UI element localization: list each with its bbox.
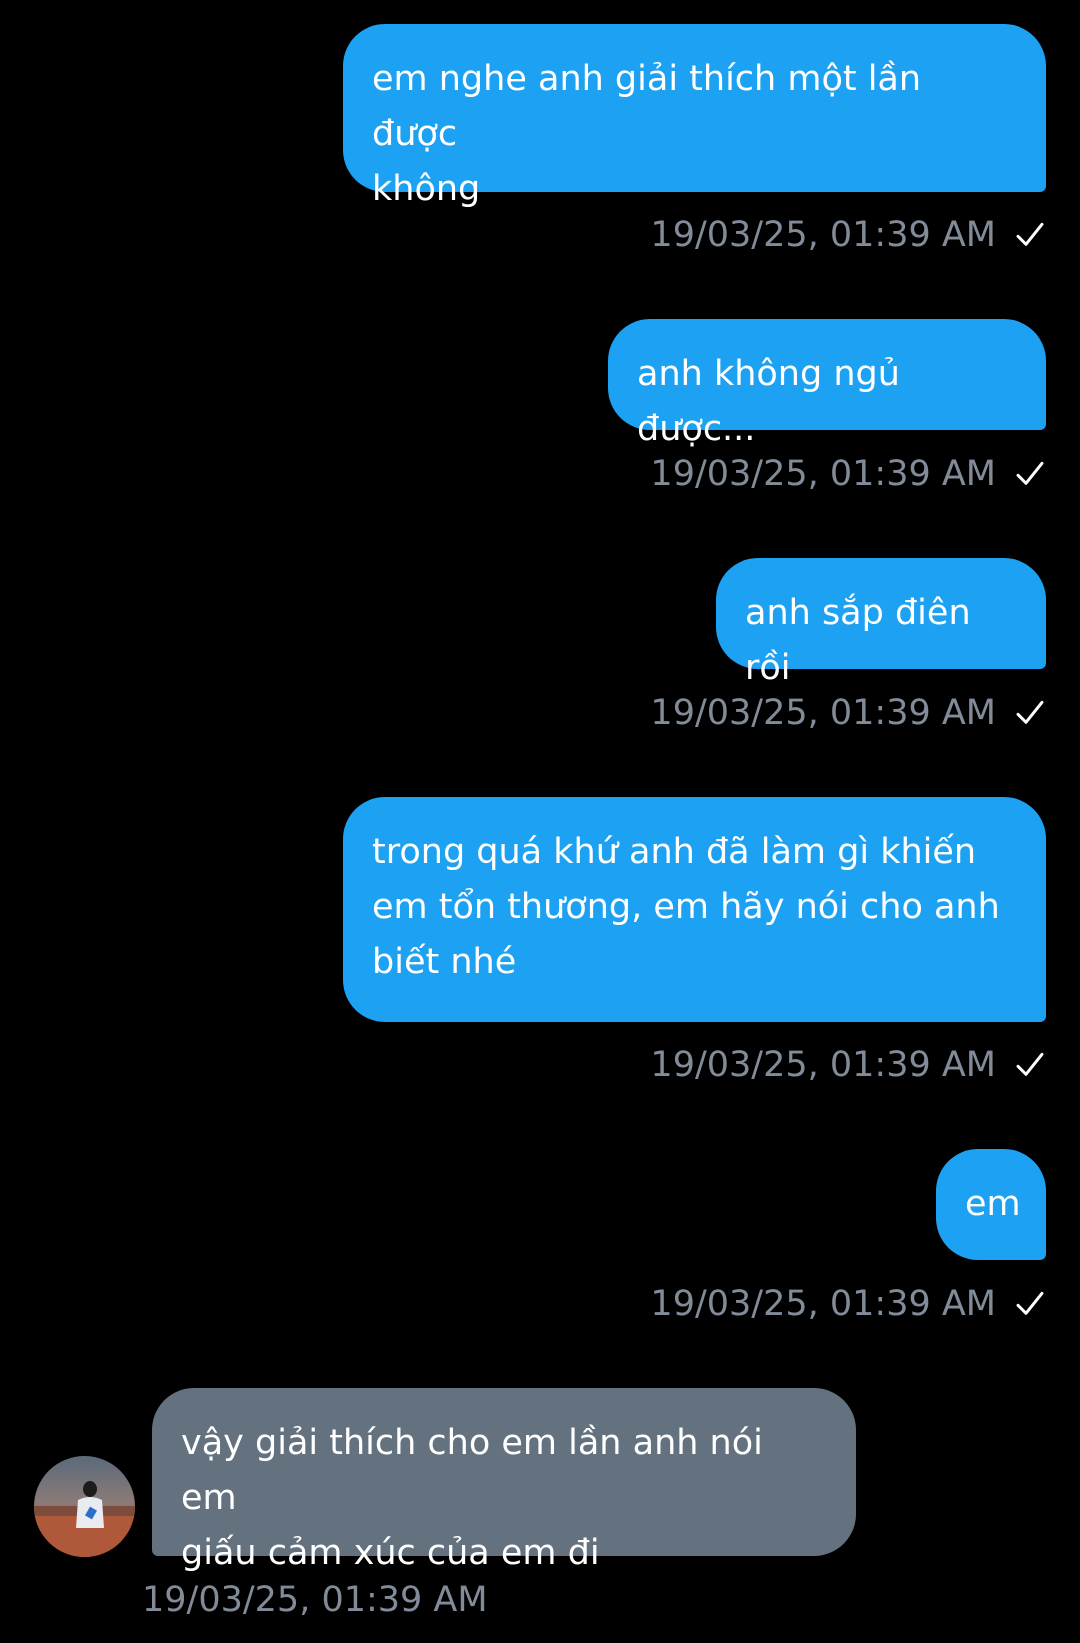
check-icon — [1016, 222, 1044, 246]
sent-message-bubble[interactable]: anh sắp điên rồi — [716, 558, 1046, 688]
message-meta: 19/03/25, 01:39 AM — [650, 1279, 1046, 1329]
message-timestamp: 19/03/25, 01:39 AM — [142, 1580, 488, 1620]
message-meta: 19/03/25, 01:39 AM — [650, 1040, 1046, 1090]
message-timestamp: 19/03/25, 01:39 AM — [650, 454, 996, 494]
sent-message-bubble[interactable]: em nghe anh giải thích một lần được khôn… — [343, 24, 1046, 209]
message-meta: 19/03/25, 01:39 AM — [142, 1575, 488, 1625]
sent-message-bubble[interactable]: anh không ngủ được... — [608, 319, 1046, 449]
message-meta: 19/03/25, 01:39 AM — [650, 210, 1046, 260]
message-timestamp: 19/03/25, 01:39 AM — [650, 1045, 996, 1085]
check-icon — [1016, 1291, 1044, 1315]
message-meta: 19/03/25, 01:39 AM — [650, 688, 1046, 738]
message-timestamp: 19/03/25, 01:39 AM — [650, 1284, 996, 1324]
avatar-photo — [34, 1456, 135, 1557]
chat-thread[interactable]: em nghe anh giải thích một lần được khôn… — [0, 0, 1080, 1643]
message-meta: 19/03/25, 01:39 AM — [650, 449, 1046, 499]
sent-message-bubble[interactable]: trong quá khứ anh đã làm gì khiến em tổn… — [343, 797, 1046, 1022]
sent-message-bubble[interactable]: em — [936, 1149, 1046, 1260]
check-icon — [1016, 461, 1044, 485]
check-icon — [1016, 700, 1044, 724]
user-avatar[interactable] — [34, 1456, 135, 1557]
message-timestamp: 19/03/25, 01:39 AM — [650, 215, 996, 255]
check-icon — [1016, 1052, 1044, 1076]
message-timestamp: 19/03/25, 01:39 AM — [650, 693, 996, 733]
received-message-bubble[interactable]: vậy giải thích cho em lần anh nói em giấ… — [152, 1388, 856, 1573]
